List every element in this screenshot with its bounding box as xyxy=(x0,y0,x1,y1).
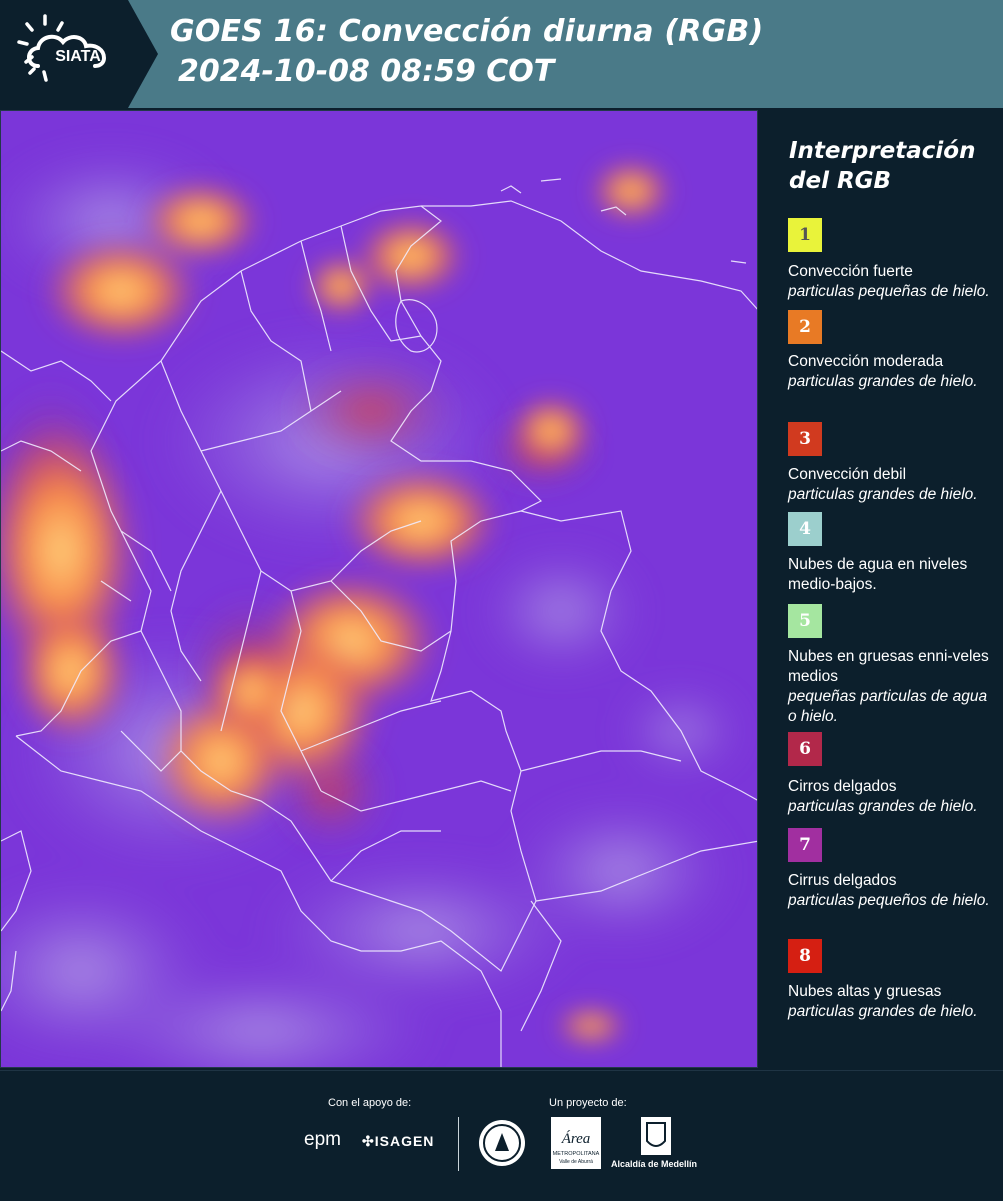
legend-panel: Interpretación del RGB 1 Convección fuer… xyxy=(762,110,1003,1068)
legend-sub: pequeñas particulas de agua o hielo. xyxy=(788,688,988,725)
legend-main: Convección debil xyxy=(788,466,907,483)
support-label: Con el apoyo de: xyxy=(328,1097,412,1109)
legend-swatch-3: 3 xyxy=(788,422,822,456)
legend-text-3: Convección debil particulas grandes de hi… xyxy=(788,465,998,505)
isagen-logo: ✣ISAGEN xyxy=(362,1133,435,1149)
legend-swatch-8: 8 xyxy=(788,939,822,973)
legend-main: Nubes de agua en niveles medio-bajos. xyxy=(788,556,968,593)
legend-number: 7 xyxy=(799,835,811,855)
legend-swatch-2: 2 xyxy=(788,310,822,344)
legend-number: 5 xyxy=(799,611,811,631)
legend-swatch-6: 6 xyxy=(788,732,822,766)
svg-text:Área: Área xyxy=(561,1130,591,1147)
page-timestamp: 2024-10-08 08:59 COT xyxy=(178,54,555,89)
siata-logo-text: SIATA xyxy=(55,48,101,65)
header-bar: SIATA GOES 16: Convección diurna (RGB) 2… xyxy=(0,0,1003,108)
legend-sub: particulas grandes de hielo. xyxy=(788,486,978,503)
siata-logo-block: SIATA xyxy=(0,0,158,108)
svg-text:METROPOLITANA: METROPOLITANA xyxy=(553,1151,600,1157)
legend-number: 4 xyxy=(799,519,811,539)
epm-logo: epm xyxy=(304,1129,341,1150)
alcaldia-medellin-label: Alcaldía de Medellín xyxy=(611,1159,698,1169)
legend-text-4: Nubes de agua en niveles medio-bajos. xyxy=(788,555,998,595)
legend-swatch-5: 5 xyxy=(788,604,822,638)
legend-sub: particulas grandes de hielo. xyxy=(788,1003,978,1020)
legend-number: 8 xyxy=(799,946,811,966)
legend-main: Convección moderada xyxy=(788,353,944,370)
svg-text:Valle de Aburrá: Valle de Aburrá xyxy=(559,1159,593,1165)
legend-swatch-7: 7 xyxy=(788,828,822,862)
legend-main: Cirros delgados xyxy=(788,778,897,795)
legend-swatch-1: 1 xyxy=(788,218,822,252)
legend-main: Convección fuerte xyxy=(788,263,913,280)
legend-text-5: Nubes en gruesas enni-veles medios pequeñ… xyxy=(788,647,998,727)
page-title: GOES 16: Convección diurna (RGB) xyxy=(170,14,764,49)
legend-number: 1 xyxy=(799,225,811,245)
legend-main: Cirrus delgados xyxy=(788,872,897,889)
project-label: Un proyecto de: xyxy=(549,1097,627,1109)
legend-text-1: Convección fuerte particulas pequeñas de … xyxy=(788,262,998,302)
alcaldia-shield-icon xyxy=(641,1117,671,1155)
legend-sub: particulas pequeños de hielo. xyxy=(788,892,990,909)
legend-number: 6 xyxy=(799,739,811,759)
legend-main: Nubes altas y gruesas xyxy=(788,983,942,1000)
legend-text-2: Convección moderada particulas grandes de… xyxy=(788,352,998,392)
satellite-image xyxy=(1,111,757,1067)
satellite-map[interactable] xyxy=(0,110,758,1068)
legend-sub: particulas grandes de hielo. xyxy=(788,798,978,815)
legend-main: Nubes en gruesas enni-veles medios xyxy=(788,648,989,685)
footer-divider xyxy=(458,1117,459,1171)
legend-sub: particulas grandes de hielo. xyxy=(788,373,978,390)
legend-title: Interpretación del RGB xyxy=(789,138,976,194)
footer: Con el apoyo de: Un proyecto de: epm ✣IS… xyxy=(0,1070,1003,1201)
legend-text-6: Cirros delgados particulas grandes de hie… xyxy=(788,777,998,817)
legend-sub: particulas pequeñas de hielo. xyxy=(788,283,990,300)
medellin-seal-icon xyxy=(479,1120,525,1166)
area-metropolitana-logo: Área METROPOLITANA Valle de Aburrá xyxy=(551,1117,601,1169)
legend-swatch-4: 4 xyxy=(788,512,822,546)
legend-number: 3 xyxy=(799,429,811,449)
legend-number: 2 xyxy=(799,317,811,337)
isagen-mark-icon: ✣ xyxy=(362,1133,375,1149)
legend-text-7: Cirrus delgados particulas pequeños de hi… xyxy=(788,871,998,911)
legend-text-8: Nubes altas y gruesas particulas grandes … xyxy=(788,982,998,1022)
